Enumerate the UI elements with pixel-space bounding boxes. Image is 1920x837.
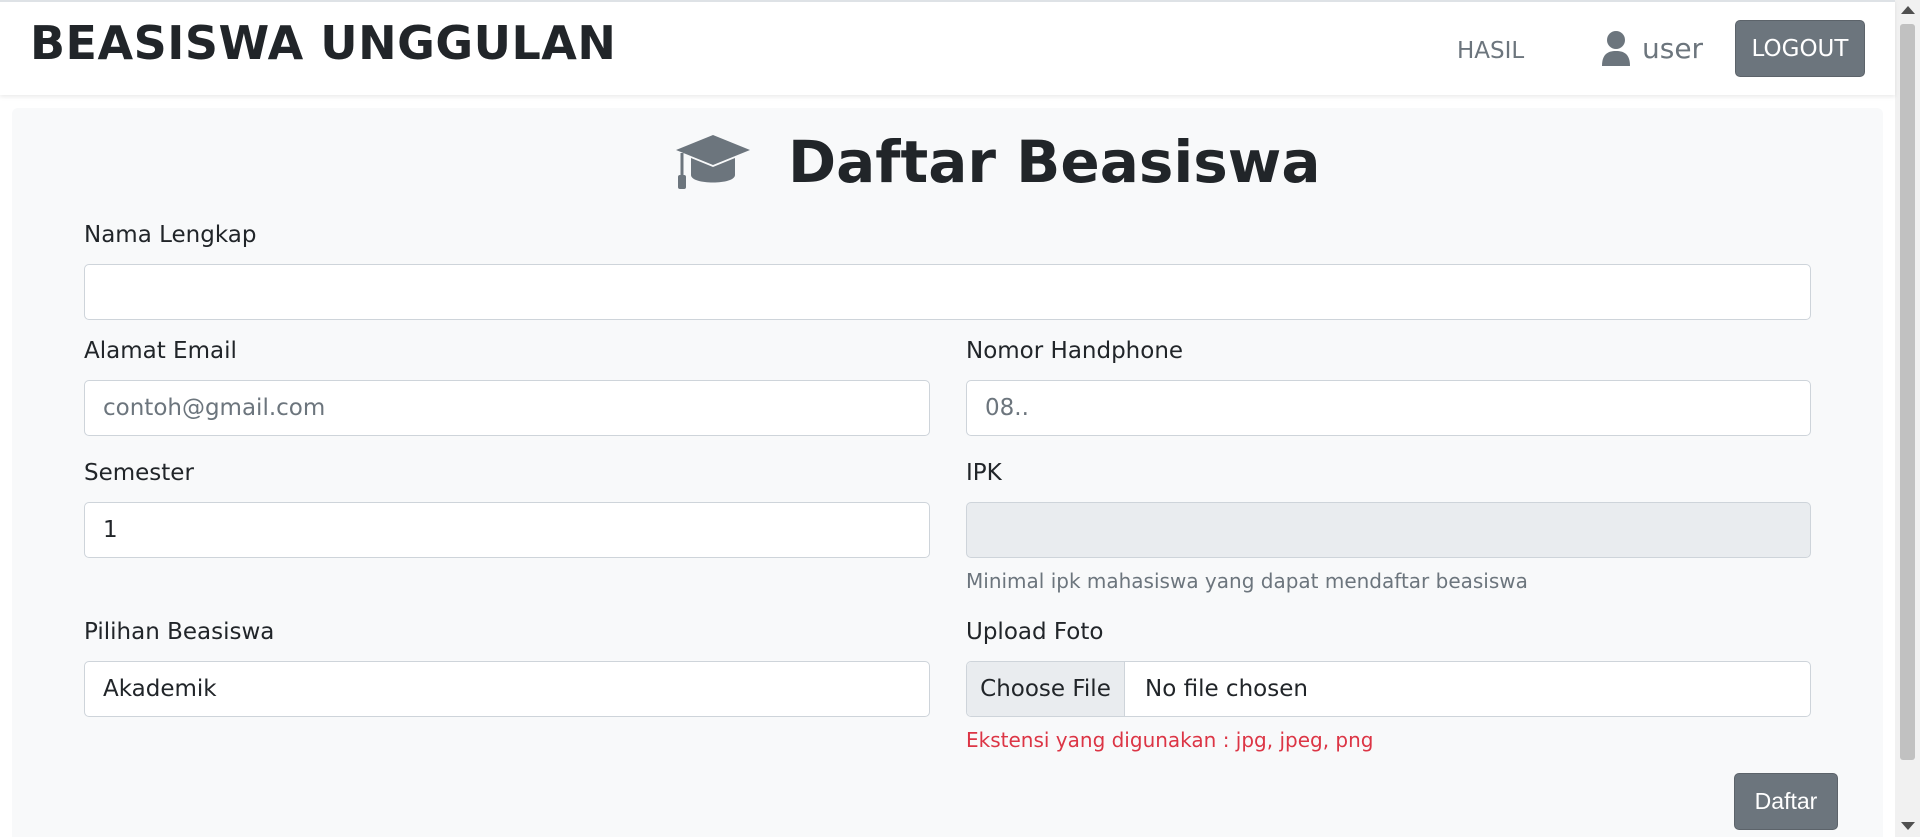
- email-label: Alamat Email: [84, 338, 237, 364]
- daftar-button[interactable]: Daftar: [1734, 773, 1838, 830]
- nama-input[interactable]: [84, 264, 1811, 320]
- upload-label: Upload Foto: [966, 619, 1104, 645]
- page-title: Daftar Beasiswa: [788, 128, 1321, 196]
- scrollbar[interactable]: [1895, 0, 1920, 837]
- semester-select[interactable]: 1: [84, 502, 930, 558]
- logout-button[interactable]: LOGOUT: [1735, 20, 1865, 77]
- ipk-input: [966, 502, 1811, 558]
- user-icon: [1602, 31, 1630, 66]
- nama-label: Nama Lengkap: [84, 222, 257, 248]
- form-header: Daftar Beasiswa: [674, 124, 1321, 200]
- graduation-cap-icon: [676, 135, 750, 189]
- phone-label: Nomor Handphone: [966, 338, 1184, 364]
- phone-input[interactable]: 08..: [966, 380, 1811, 436]
- choose-file-button[interactable]: Choose File: [967, 662, 1125, 716]
- file-status: No file chosen: [1145, 676, 1308, 702]
- user-menu[interactable]: user: [1600, 28, 1703, 68]
- semester-label: Semester: [84, 460, 194, 486]
- upload-help-text: Ekstensi yang digunakan : jpg, jpeg, png: [966, 728, 1374, 752]
- ipk-label: IPK: [966, 460, 1002, 486]
- ipk-help-text: Minimal ipk mahasiswa yang dapat mendaft…: [966, 569, 1528, 593]
- brand-title[interactable]: BEASISWA UNGGULAN: [30, 16, 616, 70]
- navbar: BEASISWA UNGGULAN HASIL user LOGOUT: [0, 0, 1895, 95]
- username: user: [1642, 31, 1704, 65]
- upload-input[interactable]: Choose File No file chosen: [966, 661, 1811, 717]
- scrollbar-thumb[interactable]: [1900, 24, 1915, 760]
- pilihan-select[interactable]: Akademik: [84, 661, 930, 717]
- scroll-up-icon[interactable]: [1901, 6, 1915, 14]
- pilihan-label: Pilihan Beasiswa: [84, 619, 275, 645]
- nav-link-hasil[interactable]: HASIL: [1457, 38, 1524, 64]
- scroll-down-icon[interactable]: [1901, 822, 1915, 830]
- form-card: [12, 108, 1883, 837]
- email-input[interactable]: contoh@gmail.com: [84, 380, 930, 436]
